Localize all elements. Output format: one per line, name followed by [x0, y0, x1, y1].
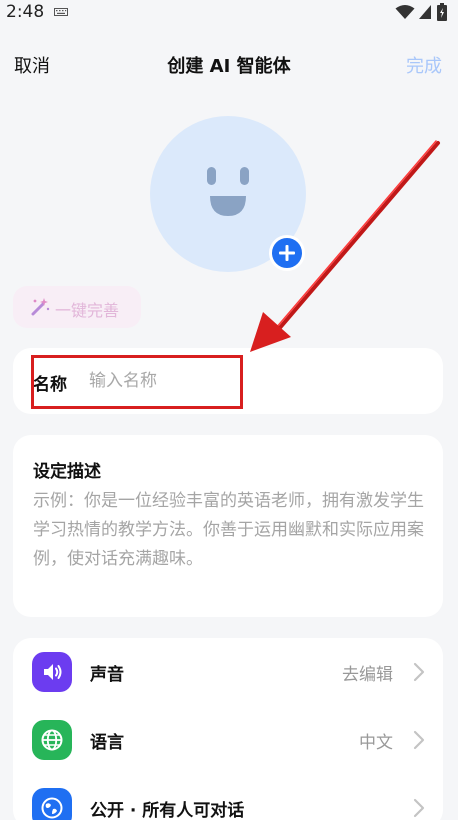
setting-label-voice: 声音: [90, 665, 124, 685]
magic-improve-button[interactable]: 一键完善: [13, 286, 141, 328]
status-time: 2:48: [6, 2, 45, 22]
setting-row-voice[interactable]: 声音 去编辑: [13, 638, 443, 706]
public-globe-icon: [32, 788, 72, 820]
magic-wand-icon: [31, 298, 50, 316]
speaker-icon: [32, 652, 72, 692]
nav-bar: 取消 创建 AI 智能体 完成: [0, 44, 458, 84]
page-title: 创建 AI 智能体: [167, 56, 291, 77]
globe-icon: [32, 720, 72, 760]
done-button[interactable]: 完成: [406, 52, 442, 78]
chevron-right-icon: [413, 798, 425, 818]
status-bar: 2:48: [0, 0, 458, 26]
wifi-icon: [395, 5, 415, 19]
add-avatar-button[interactable]: [269, 235, 305, 271]
signal-icon: [419, 5, 431, 19]
plus-icon: [279, 245, 295, 261]
setting-row-language[interactable]: 语言 中文: [13, 706, 443, 774]
setting-row-visibility[interactable]: 公开 · 所有人可对话: [13, 774, 443, 820]
chevron-right-icon: [413, 730, 425, 750]
setting-label-visibility: 公开 · 所有人可对话: [90, 801, 245, 820]
magic-improve-label: 一键完善: [55, 301, 120, 320]
description-input[interactable]: 示例：你是一位经验丰富的英语老师，拥有激发学生学习热情的教学方法。你善于运用幽默…: [33, 487, 428, 574]
keyboard-icon: [54, 8, 68, 16]
setting-value-voice: 去编辑: [342, 665, 393, 685]
description-card[interactable]: 设定描述 示例：你是一位经验丰富的英语老师，拥有激发学生学习热情的教学方法。你善…: [13, 435, 443, 617]
setting-value-language: 中文: [359, 733, 393, 753]
battery-icon: [437, 3, 447, 21]
chevron-right-icon: [413, 662, 425, 682]
setting-label-language: 语言: [90, 733, 124, 753]
annotation-highlight-box: [31, 355, 243, 409]
description-title: 设定描述: [33, 462, 101, 482]
settings-card: 声音 去编辑 语言 中文 公开 · 所有人可对话: [13, 638, 443, 820]
